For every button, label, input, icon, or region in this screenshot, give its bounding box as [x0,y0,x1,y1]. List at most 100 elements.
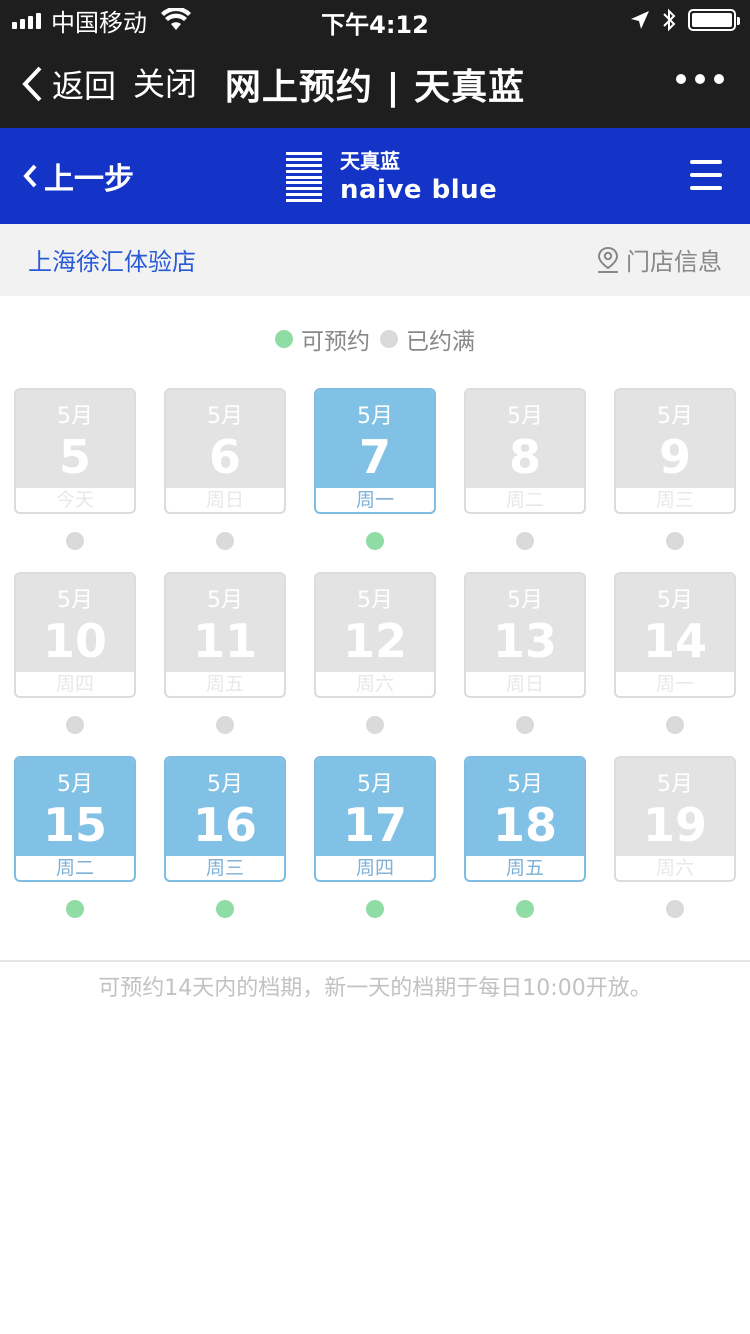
date-cell-header: 5月 15 [16,758,134,856]
date-month: 5月 [207,404,243,429]
date-day-number: 11 [192,614,257,668]
bluetooth-icon [663,8,676,32]
full-dot-icon [66,716,84,734]
date-weekday: 周三 [655,489,694,511]
date-weekday: 周日 [205,489,244,511]
date-month: 5月 [657,588,693,613]
date-cell[interactable]: 5月 16 周三 [164,756,286,882]
available-dot-icon [66,900,84,918]
brand-name-en: naive blue [340,175,498,205]
available-dot-icon [366,532,384,550]
date-cell-header: 5月 8 [466,390,584,488]
date-weekday: 周六 [355,673,394,695]
store-bar: 上海徐汇体验店 门店信息 [0,224,750,296]
date-month: 5月 [57,772,93,797]
legend-full: 已约满 [380,322,475,356]
status-bar: 中国移动 下午4:12 [0,0,750,40]
date-weekday: 周四 [355,857,394,879]
green-dot-icon [275,330,293,348]
date-cell[interactable]: 5月 18 周五 [464,756,586,882]
date-weekday: 周五 [205,673,244,695]
store-info-button[interactable]: 门店信息 [596,242,722,277]
map-pin-icon [597,246,619,273]
date-day-number: 6 [208,430,241,484]
date-month: 5月 [357,772,393,797]
date-day-number: 18 [492,798,557,852]
date-weekday: 周五 [505,857,544,879]
date-day-number: 8 [508,430,541,484]
date-weekday: 周一 [355,489,394,511]
location-arrow-icon [631,11,649,29]
date-month: 5月 [357,404,393,429]
legend-available: 可预约 [275,322,370,356]
date-weekday: 周四 [55,673,94,695]
date-cell: 5月 19 周六 [614,756,736,882]
date-cell-header: 5月 9 [616,390,734,488]
date-cell[interactable]: 5月 17 周四 [314,756,436,882]
prev-step-label: 上一步 [44,162,134,197]
full-dot-icon [216,716,234,734]
date-cell[interactable]: 5月 7 周一 [314,388,436,514]
date-cell: 5月 12 周六 [314,572,436,698]
date-cell-header: 5月 6 [166,390,284,488]
store-name[interactable]: 上海徐汇体验店 [28,242,196,277]
date-cell-header: 5月 7 [316,390,434,488]
full-dot-icon [66,532,84,550]
date-day-number: 9 [658,430,691,484]
more-dot-icon [695,74,705,84]
date-cell: 5月 5 今天 [14,388,136,514]
date-cell-header: 5月 10 [16,574,134,672]
menu-button[interactable] [690,160,722,190]
nav-bar: 返回 关闭 网上预约 | 天真蓝 [0,40,750,128]
brand-name-cn: 天真蓝 [340,149,400,173]
available-dot-icon [216,900,234,918]
prev-step-button[interactable]: 上一步 [22,154,134,198]
stripes-logo-icon [286,152,322,202]
date-month: 5月 [57,588,93,613]
more-dot-icon [676,74,686,84]
divider [0,960,750,962]
date-cell: 5月 9 周三 [614,388,736,514]
brand-logo: 天真蓝 naive blue [286,150,497,204]
gray-dot-icon [380,330,398,348]
date-cell-header: 5月 13 [466,574,584,672]
full-dot-icon [216,532,234,550]
date-day-number: 12 [342,614,407,668]
date-day-number: 17 [342,798,407,852]
date-cell-header: 5月 18 [466,758,584,856]
page-title: 网上预约 | 天真蓝 [224,67,526,108]
date-cell: 5月 14 周一 [614,572,736,698]
date-weekday: 周二 [505,489,544,511]
date-cell: 5月 6 周日 [164,388,286,514]
date-month: 5月 [507,588,543,613]
full-dot-icon [666,532,684,550]
available-dot-icon [366,900,384,918]
hamburger-icon [690,160,722,164]
date-day-number: 16 [192,798,257,852]
date-weekday: 今天 [55,489,94,511]
date-cell: 5月 13 周日 [464,572,586,698]
date-month: 5月 [507,404,543,429]
more-dot-icon [714,74,724,84]
date-cell[interactable]: 5月 15 周二 [14,756,136,882]
date-cell-header: 5月 14 [616,574,734,672]
date-weekday: 周三 [205,857,244,879]
date-month: 5月 [207,772,243,797]
date-cell-header: 5月 12 [316,574,434,672]
date-cell: 5月 11 周五 [164,572,286,698]
date-day-number: 7 [358,430,391,484]
date-weekday: 周日 [505,673,544,695]
full-dot-icon [516,716,534,734]
date-cell: 5月 10 周四 [14,572,136,698]
chevron-left-icon [23,164,37,188]
date-month: 5月 [507,772,543,797]
date-day-number: 14 [642,614,707,668]
footer-note: 可预约14天内的档期，新一天的档期于每日10:00开放。 [98,976,652,1001]
date-month: 5月 [657,404,693,429]
status-right [630,8,740,32]
date-cell-header: 5月 19 [616,758,734,856]
date-cell-header: 5月 16 [166,758,284,856]
more-options-button[interactable] [676,74,724,84]
date-weekday: 周六 [655,857,694,879]
date-cell-header: 5月 11 [166,574,284,672]
